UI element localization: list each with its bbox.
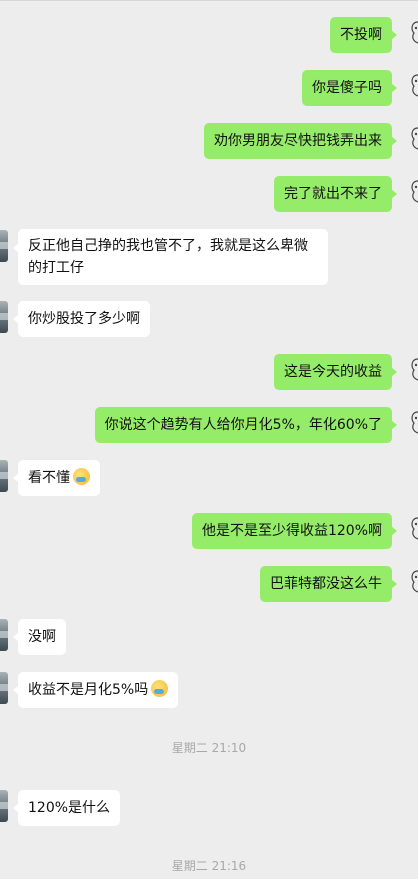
avatar[interactable] — [0, 301, 8, 333]
incoming-message-bubble[interactable]: 看不懂 — [13, 460, 100, 496]
outgoing-message-bubble[interactable]: 劝你男朋友尽快把钱弄出来 — [204, 123, 397, 159]
avatar[interactable] — [410, 565, 418, 599]
message-row: 看不懂 — [0, 455, 418, 501]
incoming-message-bubble[interactable]: 收益不是月化5%吗 — [12, 672, 179, 708]
message-row: 劝你男朋友尽快把钱弄出来 — [0, 118, 418, 164]
message-text: 完了就出不来了 — [284, 186, 382, 202]
avatar[interactable] — [0, 790, 8, 822]
avatar[interactable] — [410, 16, 418, 50]
sweat-smile-emoji-icon — [151, 680, 169, 697]
message-row: 你是傻子吗 — [0, 65, 418, 111]
message-text: 你炒股投了多少啊 — [28, 311, 140, 327]
message-text: 你说这个趋势有人给你月化5%，年化60%了 — [104, 417, 382, 433]
incoming-message-bubble[interactable]: 120%是什么 — [12, 790, 121, 826]
top-divider — [0, 0, 418, 1]
incoming-message-bubble[interactable]: 没啊 — [13, 619, 66, 655]
message-text: 这是今天的收益 — [284, 364, 382, 380]
message-text: 不投啊 — [340, 27, 382, 43]
message-row: 这是今天的收益 — [0, 349, 418, 395]
incoming-message-bubble[interactable]: 反正他自己挣的我也管不了，我就是这么卑微的打工仔 — [13, 229, 328, 285]
avatar[interactable] — [410, 69, 418, 103]
outgoing-message-bubble[interactable]: 你是傻子吗 — [302, 70, 397, 106]
avatar[interactable] — [0, 619, 8, 651]
sweat-smile-emoji-icon — [73, 468, 90, 485]
incoming-message-bubble[interactable]: 你炒股投了多少啊 — [13, 301, 150, 337]
message-row: 收益不是月化5%吗 — [0, 667, 418, 713]
message-row: 120%是什么 — [0, 785, 418, 831]
avatar[interactable] — [0, 672, 8, 704]
message-text: 他是不是至少得收益120%啊 — [201, 523, 382, 539]
message-text: 劝你男朋友尽快把钱弄出来 — [214, 133, 382, 149]
avatar[interactable] — [0, 230, 8, 262]
message-text: 你是傻子吗 — [312, 80, 382, 96]
avatar[interactable] — [410, 175, 418, 209]
message-text: 巴菲特都没这么牛 — [270, 576, 382, 592]
message-text: 120%是什么 — [28, 800, 111, 816]
outgoing-message-bubble[interactable]: 巴菲特都没这么牛 — [260, 566, 397, 602]
message-row: 他是不是至少得收益120%啊 — [0, 508, 418, 554]
outgoing-message-bubble[interactable]: 不投啊 — [330, 17, 397, 53]
message-text: 收益不是月化5%吗 — [28, 682, 149, 698]
message-row: 反正他自己挣的我也管不了，我就是这么卑微的打工仔 — [0, 225, 418, 289]
outgoing-message-bubble[interactable]: 这是今天的收益 — [274, 354, 397, 390]
message-row: 完了就出不来了 — [0, 171, 418, 217]
message-text: 反正他自己挣的我也管不了，我就是这么卑微的打工仔 — [28, 238, 308, 276]
avatar[interactable] — [0, 460, 8, 492]
avatar[interactable] — [410, 512, 418, 546]
message-row: 你说这个趋势有人给你月化5%，年化60%了 — [0, 402, 418, 448]
outgoing-message-bubble[interactable]: 完了就出不来了 — [274, 176, 397, 212]
message-timestamp: 星期二 21:16 — [171, 859, 247, 873]
avatar[interactable] — [410, 406, 418, 440]
message-text: 没啊 — [28, 629, 56, 645]
message-row: 没啊 — [0, 614, 418, 660]
message-row: 巴菲特都没这么牛 — [0, 561, 418, 607]
message-row: 你炒股投了多少啊 — [0, 296, 418, 342]
outgoing-message-bubble[interactable]: 你说这个趋势有人给你月化5%，年化60%了 — [94, 407, 398, 443]
avatar[interactable] — [410, 122, 418, 156]
outgoing-message-bubble[interactable]: 他是不是至少得收益120%啊 — [191, 513, 398, 549]
message-row: 不投啊 — [0, 12, 418, 58]
message-text: 看不懂 — [28, 470, 70, 486]
avatar[interactable] — [410, 353, 418, 387]
message-timestamp: 星期二 21:10 — [171, 741, 247, 755]
